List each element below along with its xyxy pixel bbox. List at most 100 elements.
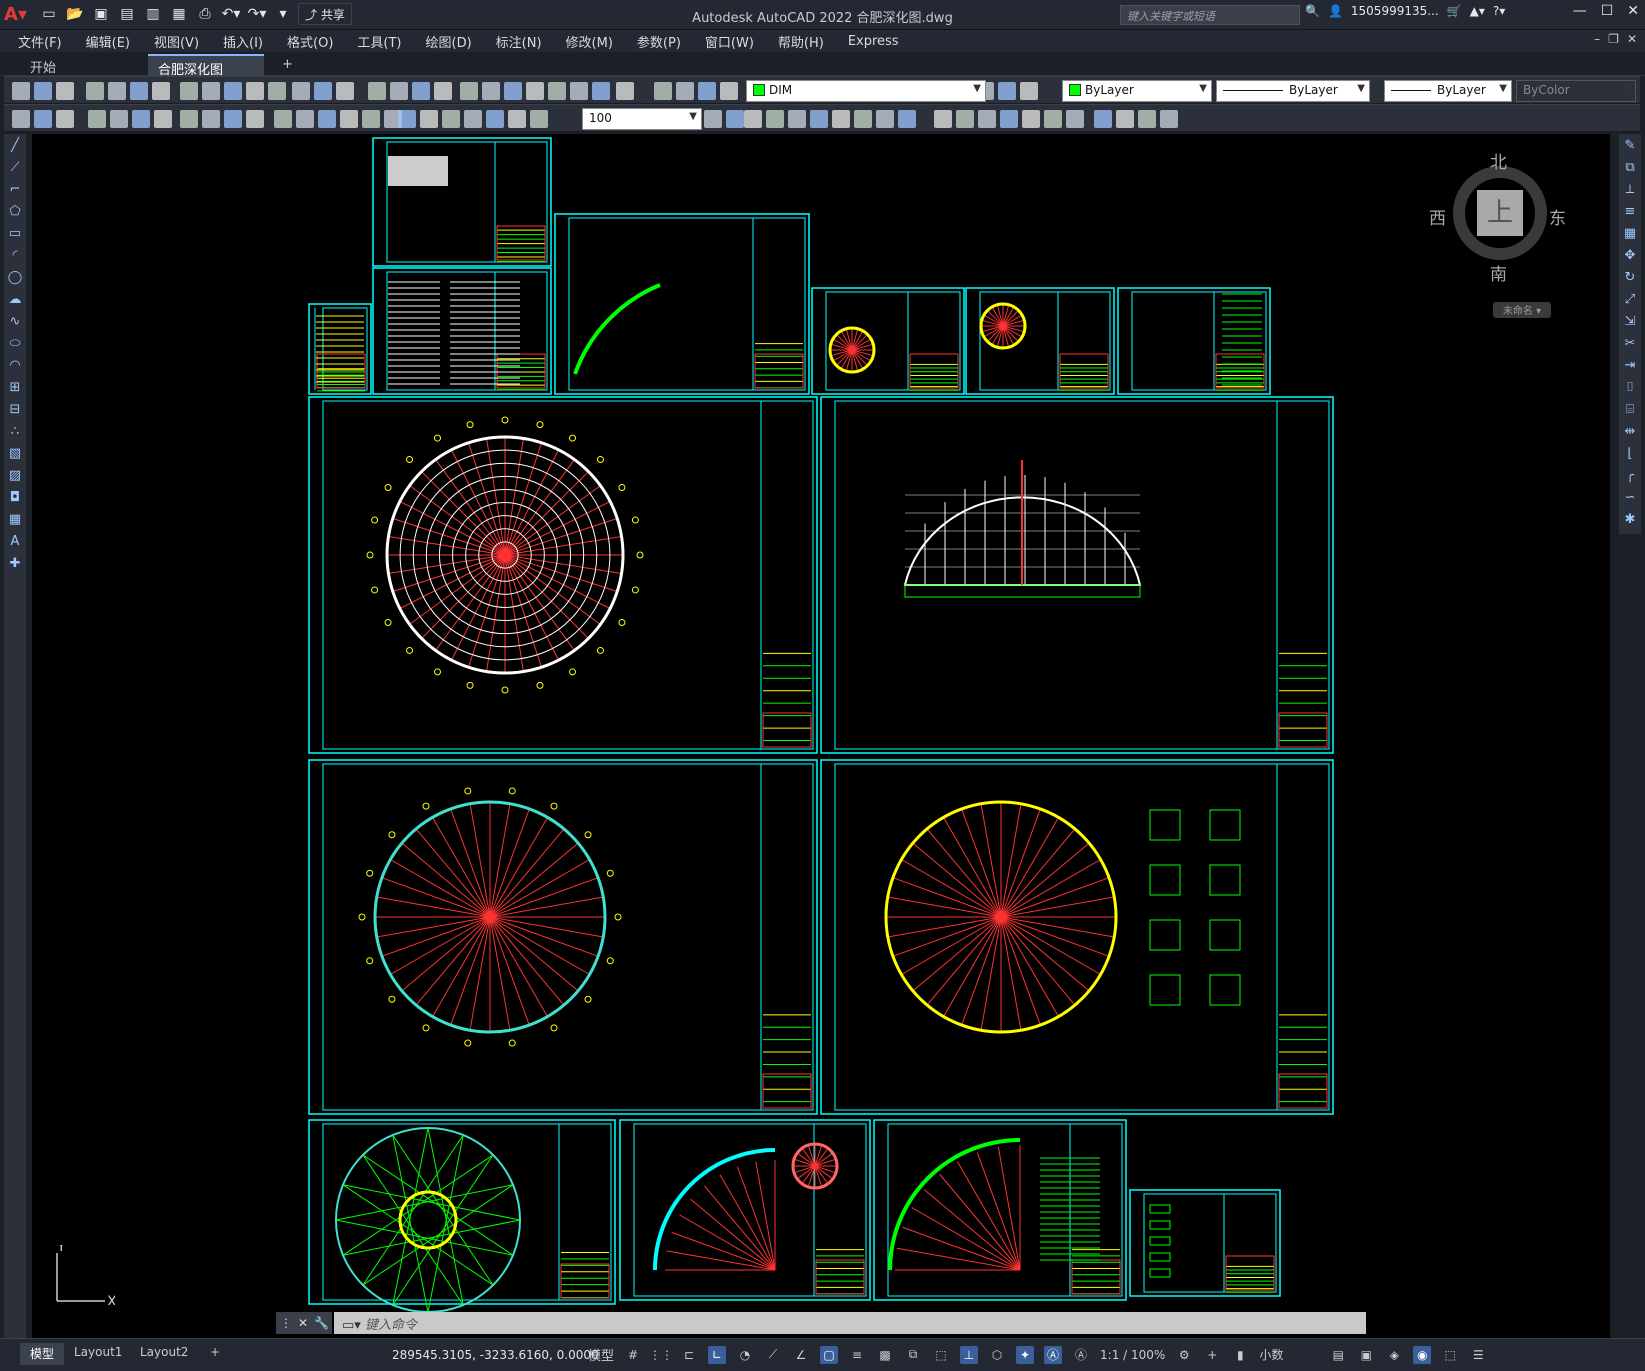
lineweight-dropdown[interactable]: ByLayer ▼ [1384, 80, 1512, 102]
new-tab-button[interactable]: + [272, 54, 303, 76]
plotstyle-dropdown[interactable]: ByColor ▼ [1516, 80, 1636, 102]
workspace-gear-icon[interactable]: ⚙ [1175, 1346, 1193, 1364]
cart-icon[interactable]: 🛒 [1447, 4, 1462, 18]
dimension-tool-icon-36[interactable] [978, 110, 996, 128]
dimension-tool-icon-22[interactable] [508, 110, 526, 128]
menu-file[interactable]: 文件(F) [6, 32, 74, 51]
standard-tool-icon-4[interactable] [108, 82, 126, 100]
scale-icon[interactable]: ⤢ [1619, 288, 1641, 310]
customization-icon[interactable]: ☰ [1469, 1346, 1487, 1364]
explode-icon[interactable]: ✱ [1619, 508, 1641, 530]
redo-icon[interactable]: ↷▾ [246, 3, 268, 25]
mirror-icon[interactable]: ⟂ [1619, 178, 1641, 200]
menu-format[interactable]: 格式(O) [275, 32, 345, 51]
dimscale-dropdown[interactable]: 100 ▼ [582, 108, 702, 130]
dimension-tool-icon-0[interactable] [12, 110, 30, 128]
dimension-tool-icon-35[interactable] [956, 110, 974, 128]
join-icon[interactable]: ⇹ [1619, 420, 1641, 442]
trim-icon[interactable]: ✂ [1619, 332, 1641, 354]
dimension-tool-icon-43[interactable] [1138, 110, 1156, 128]
standard-tool-icon-11[interactable] [268, 82, 286, 100]
mtext-icon[interactable]: A [4, 530, 26, 552]
wcs-menu[interactable]: 未命名 ▾ [1493, 302, 1551, 318]
standard-tool-icon-1[interactable] [34, 82, 52, 100]
menu-parametric[interactable]: 参数(P) [625, 32, 693, 51]
dimension-tool-icon-10[interactable] [246, 110, 264, 128]
auto-scale-icon[interactable]: Ⓐ [1072, 1346, 1090, 1364]
standard-tool-icon-0[interactable] [12, 82, 30, 100]
doc-minimize-icon[interactable]: – [1594, 32, 1600, 46]
menu-draw[interactable]: 绘图(D) [414, 32, 484, 51]
tab-layout2[interactable]: Layout2 [130, 1343, 198, 1365]
dimension-tool-icon-2[interactable] [56, 110, 74, 128]
dimension-tool-icon-32[interactable] [876, 110, 894, 128]
line-icon[interactable]: ╱ [4, 134, 26, 156]
region-icon[interactable]: ◘ [4, 486, 26, 508]
dimension-tool-icon-15[interactable] [362, 110, 380, 128]
color-dropdown[interactable]: ByLayer ▼ [1062, 80, 1212, 102]
lineweight-icon[interactable]: ≡ [848, 1346, 866, 1364]
polyline-icon[interactable]: ⌐ [4, 178, 26, 200]
close-icon[interactable]: ✕ [1627, 3, 1639, 19]
dimension-tool-icon-17[interactable] [398, 110, 416, 128]
dimension-tool-icon-42[interactable] [1116, 110, 1134, 128]
dimension-tool-icon-7[interactable] [180, 110, 198, 128]
break-point-icon[interactable]: ⌷ [1619, 376, 1641, 398]
dimension-tool-icon-41[interactable] [1094, 110, 1112, 128]
units-icon[interactable]: ▮ [1231, 1346, 1249, 1364]
dimension-tool-icon-30[interactable] [832, 110, 850, 128]
standard-tool-icon-29[interactable] [698, 82, 716, 100]
compass-west[interactable]: 西 [1429, 204, 1446, 229]
coordinate-readout[interactable]: 289545.3105, -3233.6160, 0.0000 [392, 1348, 599, 1362]
search-input[interactable]: 键入关键字或短语 [1120, 5, 1300, 25]
command-history-icon[interactable]: ▭▾ [342, 1318, 365, 1333]
dimension-tool-icon-13[interactable] [318, 110, 336, 128]
insert-block-icon[interactable]: ⊞ [4, 376, 26, 398]
maximize-icon[interactable]: ☐ [1601, 3, 1614, 19]
isodraft-icon[interactable]: ⟋ [764, 1346, 782, 1364]
standard-tool-icon-21[interactable] [504, 82, 522, 100]
standard-tool-icon-34[interactable] [1020, 82, 1038, 100]
minimize-icon[interactable]: — [1573, 3, 1587, 19]
linetype-dropdown[interactable]: ByLayer ▼ [1216, 80, 1370, 102]
customize-qat-icon[interactable]: ▾ [272, 3, 294, 25]
annotation-visibility-icon[interactable]: Ⓐ [1044, 1345, 1063, 1364]
standard-tool-icon-6[interactable] [152, 82, 170, 100]
dimension-tool-icon-34[interactable] [934, 110, 952, 128]
autodesk-icon[interactable]: ▲▾ [1470, 4, 1485, 18]
compass-south[interactable]: 南 [1490, 260, 1507, 285]
help-icon[interactable]: ?▾ [1493, 4, 1505, 18]
viewcube[interactable]: 上 北 南 东 西 [1429, 148, 1566, 288]
model-space-toggle[interactable]: 模型 [588, 1345, 614, 1364]
standard-tool-icon-23[interactable] [548, 82, 566, 100]
spline-icon[interactable]: ∿ [4, 310, 26, 332]
dimension-tool-icon-25[interactable] [726, 110, 744, 128]
extend-icon[interactable]: ⇥ [1619, 354, 1641, 376]
add-layout-button[interactable]: + [200, 1343, 230, 1365]
dimension-tool-icon-9[interactable] [224, 110, 242, 128]
add-selected-icon[interactable]: ✚ [4, 552, 26, 574]
standard-tool-icon-15[interactable] [368, 82, 386, 100]
grip-icon[interactable]: ⋮ [280, 1316, 292, 1330]
move-icon[interactable]: ✥ [1619, 244, 1641, 266]
dimension-tool-icon-12[interactable] [296, 110, 314, 128]
clean-screen-icon[interactable]: ⬚ [1441, 1346, 1459, 1364]
standard-tool-icon-27[interactable] [654, 82, 672, 100]
menu-insert[interactable]: 插入(I) [211, 32, 275, 51]
dimension-tool-icon-29[interactable] [810, 110, 828, 128]
standard-tool-icon-26[interactable] [616, 82, 634, 100]
rotate-icon[interactable]: ↻ [1619, 266, 1641, 288]
dynamic-ucs-icon[interactable]: ⊥ [960, 1345, 979, 1364]
dimension-tool-icon-18[interactable] [420, 110, 438, 128]
construction-line-icon[interactable]: ⟋ [4, 156, 26, 178]
compass-east[interactable]: 东 [1549, 204, 1566, 229]
lock-ui-icon[interactable]: ▣ [1357, 1346, 1375, 1364]
dimension-tool-icon-11[interactable] [274, 110, 292, 128]
menu-edit[interactable]: 编辑(E) [74, 32, 142, 51]
dimension-tool-icon-31[interactable] [854, 110, 872, 128]
blend-icon[interactable]: ∽ [1619, 486, 1641, 508]
dimension-tool-icon-38[interactable] [1022, 110, 1040, 128]
dimension-tool-icon-5[interactable] [132, 110, 150, 128]
standard-tool-icon-24[interactable] [570, 82, 588, 100]
revcloud-icon[interactable]: ☁ [4, 288, 26, 310]
